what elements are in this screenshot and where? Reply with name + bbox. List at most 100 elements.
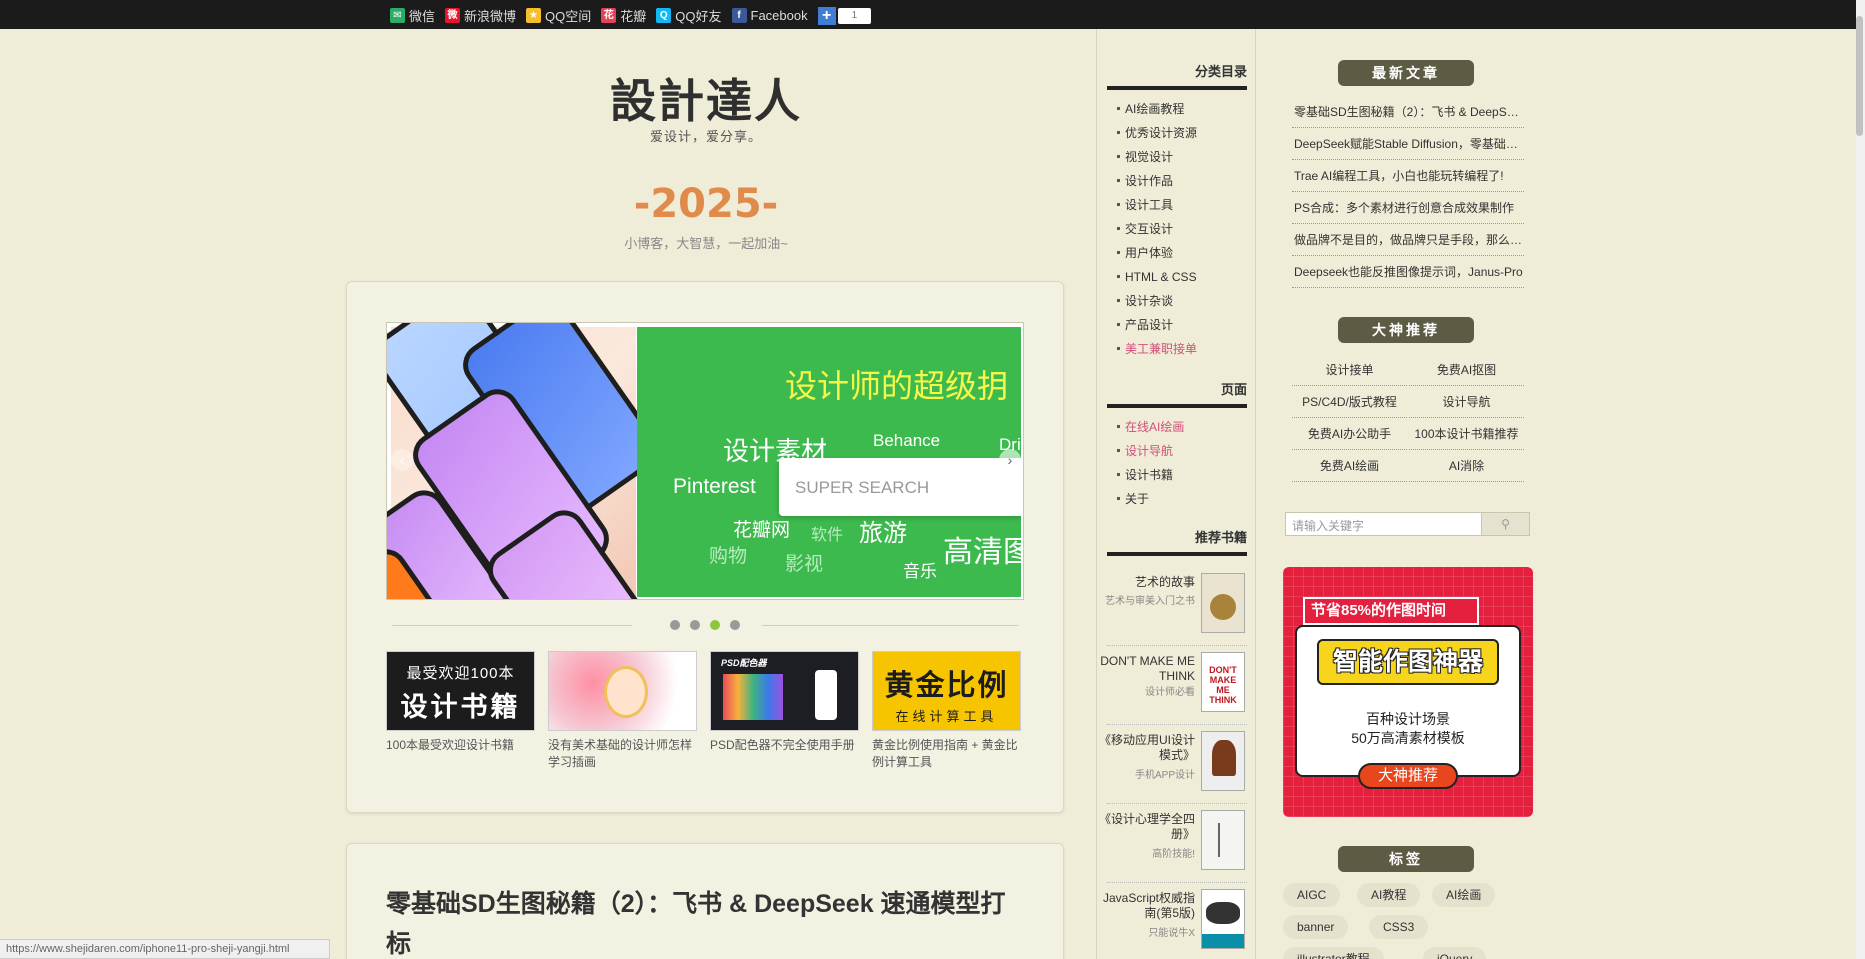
recommend-link[interactable]: 设计导航: [1409, 386, 1524, 418]
tag-chip[interactable]: AI教程: [1357, 883, 1421, 907]
recommend-link[interactable]: AI消除: [1409, 450, 1524, 482]
post-title[interactable]: 零基础SD生图秘籍（2）：飞书 & DeepSeek 速通模型打标: [386, 884, 1026, 959]
recommend-heading: 大神推荐: [1338, 317, 1474, 343]
category-item[interactable]: 设计杂谈: [1117, 289, 1247, 313]
thumb-caption[interactable]: 100本最受欢迎设计书籍: [386, 737, 535, 754]
thumb-caption[interactable]: 黄金比例使用指南 + 黄金比例计算工具: [872, 737, 1021, 771]
share-qq[interactable]: Q QQ好友: [656, 6, 722, 25]
share-label: QQ空间: [545, 9, 592, 24]
category-item[interactable]: 优秀设计资源: [1117, 121, 1247, 145]
ad-cta-button[interactable]: 大神推荐: [1358, 763, 1458, 789]
share-facebook[interactable]: f Facebook: [731, 8, 808, 23]
thumb-image-text: 在线计算工具: [895, 709, 998, 724]
featured-thumb[interactable]: 黄金比例 在线计算工具 黄金比例使用指南 + 黄金比例计算工具: [872, 651, 1021, 771]
recommend-link[interactable]: 免费AI绘画: [1292, 450, 1407, 482]
slider-prev-arrow-icon[interactable]: ‹: [391, 449, 413, 471]
cover-band: [1202, 934, 1244, 948]
recommend-link[interactable]: 100本设计书籍推荐: [1409, 418, 1524, 450]
slide-word: 音乐: [903, 562, 937, 581]
wechat-icon: ✉: [390, 8, 405, 23]
category-item[interactable]: 美工兼职接单: [1117, 337, 1247, 361]
share-more-button[interactable]: +: [817, 6, 836, 25]
tag-chip[interactable]: illustrator教程: [1283, 947, 1384, 959]
latest-post-link[interactable]: 做品牌不是目的，做品牌只是手段，那么目的是: [1292, 224, 1524, 256]
category-item[interactable]: 用户体验: [1117, 241, 1247, 265]
category-item[interactable]: 设计工具: [1117, 193, 1247, 217]
scrollbar-thumb[interactable]: [1856, 16, 1863, 136]
book-item[interactable]: JavaScript权威指南(第5版) 只能说牛X: [1103, 883, 1247, 959]
site-title[interactable]: 設計達人: [346, 65, 1066, 131]
slider-dot[interactable]: [690, 620, 700, 630]
share-wechat[interactable]: ✉ 微信: [390, 6, 435, 25]
book-item[interactable]: DON'T MAKE ME THINK 设计师必看 DON'T MAKE ME …: [1100, 646, 1247, 725]
book-item[interactable]: 《设计心理学全四册》 高阶技能!: [1099, 804, 1247, 883]
latest-post-link[interactable]: PS合成：多个素材进行创意合成效果制作: [1292, 192, 1524, 224]
page-scrollbar[interactable]: [1856, 0, 1865, 959]
page-item[interactable]: 设计书籍: [1117, 463, 1247, 487]
tag-chip[interactable]: AIGC: [1283, 883, 1341, 907]
category-item[interactable]: AI绘画教程: [1117, 97, 1247, 121]
recommend-link[interactable]: PS/C4D/版式教程: [1292, 386, 1407, 418]
search-icon[interactable]: ⚲: [1481, 513, 1529, 535]
qzone-icon: ★: [526, 8, 542, 23]
book-title: 艺术的故事: [1134, 575, 1195, 589]
ad-banner[interactable]: 节省85%的作图时间 智能作图神器 百种设计场景 50万高清素材模板 大神推荐: [1283, 567, 1533, 817]
latest-post-link[interactable]: Deepseek也能反推图像提示词，Janus-Pro: [1292, 256, 1524, 288]
book-cover: DON'T MAKE ME THINK: [1201, 652, 1245, 712]
weibo-icon: 微: [445, 8, 461, 23]
slide-word: Pinterest: [673, 475, 756, 498]
slider-dot[interactable]: [670, 620, 680, 630]
featured-thumb[interactable]: PSD配色器 PSD配色器不完全使用手册: [710, 651, 859, 754]
recommend-link[interactable]: 免费AI办公助手: [1292, 418, 1407, 450]
slide-word: 影视: [785, 554, 824, 575]
page-item[interactable]: 在线AI绘画: [1117, 415, 1247, 439]
book-cover: [1201, 889, 1245, 949]
category-item[interactable]: 设计作品: [1117, 169, 1247, 193]
slide-word: 购物: [709, 546, 748, 567]
slider-dot-active[interactable]: [710, 620, 720, 630]
book-subtitle: 高阶技能!: [1152, 849, 1195, 860]
featured-thumb[interactable]: 没有美术基础的设计师怎样学习插画: [548, 651, 697, 771]
slider-next-arrow-icon[interactable]: ›: [999, 449, 1021, 471]
image-slider[interactable]: 设计师的超级抈 设计素材 Behance Dri Pinterest 花瓣网 软…: [386, 322, 1024, 600]
tag-chip[interactable]: CSS3: [1369, 915, 1429, 939]
page-item[interactable]: 关于: [1117, 487, 1247, 511]
tag-chip[interactable]: banner: [1283, 915, 1349, 939]
categories-list: AI绘画教程 优秀设计资源 视觉设计 设计作品 设计工具 交互设计 用户体验 H…: [1117, 97, 1247, 361]
browser-status-url: https://www.shejidaren.com/iphone11-pro-…: [0, 939, 330, 959]
books-heading: 推荐书籍: [1107, 527, 1247, 556]
phone-graphic: [815, 670, 837, 720]
book-item[interactable]: 《移动应用UI设计模式》 手机APP设计: [1099, 725, 1247, 804]
thumb-image-text: 黄金比例: [884, 670, 1009, 702]
book-item[interactable]: 艺术的故事 艺术与审美入门之书: [1105, 567, 1247, 646]
recommend-link[interactable]: 免费AI抠图: [1409, 354, 1524, 386]
category-item[interactable]: 视觉设计: [1117, 145, 1247, 169]
tag-chip[interactable]: AI绘画: [1432, 883, 1496, 907]
year-banner: -2025-: [633, 181, 779, 227]
thumb-image-text: 最受欢迎100本: [406, 665, 515, 682]
latest-post-link[interactable]: 零基础SD生图秘籍（2）：飞书 & DeepSeek 速通模型打标: [1292, 96, 1524, 128]
share-label: QQ好友: [675, 9, 722, 24]
illustration-face: [604, 666, 648, 718]
huaban-icon: 花: [601, 8, 617, 23]
thumb-caption[interactable]: 没有美术基础的设计师怎样学习插画: [548, 737, 697, 771]
share-huaban[interactable]: 花花瓣: [601, 6, 646, 25]
book-subtitle: 手机APP设计: [1134, 770, 1195, 781]
latest-post-link[interactable]: DeepSeek赋能Stable Diffusion，零基础出图: [1292, 128, 1524, 160]
pages-list: 在线AI绘画 设计导航 设计书籍 关于: [1117, 415, 1247, 511]
latest-heading: 最新文章: [1338, 60, 1474, 86]
latest-post-link[interactable]: Trae AI编程工具，小白也能玩转编程了!: [1292, 160, 1524, 192]
category-item[interactable]: HTML & CSS: [1117, 265, 1247, 289]
page-item[interactable]: 设计导航: [1117, 439, 1247, 463]
sidebar-search-field[interactable]: 请输入关键字 ⚲: [1285, 512, 1530, 536]
share-qzone[interactable]: ★ QQ空间: [526, 6, 591, 25]
recommend-link[interactable]: 设计接单: [1292, 354, 1407, 386]
category-item[interactable]: 交互设计: [1117, 217, 1247, 241]
thumb-caption[interactable]: PSD配色器不完全使用手册: [710, 737, 859, 754]
share-weibo[interactable]: 微新浪微博: [445, 6, 516, 25]
slider-dot[interactable]: [730, 620, 740, 630]
category-item[interactable]: 产品设计: [1117, 313, 1247, 337]
share-label: 新浪微博: [464, 9, 517, 24]
featured-thumb[interactable]: 最受欢迎100本 设计书籍 100本最受欢迎设计书籍: [386, 651, 535, 754]
tag-chip[interactable]: jQuery: [1423, 947, 1487, 959]
